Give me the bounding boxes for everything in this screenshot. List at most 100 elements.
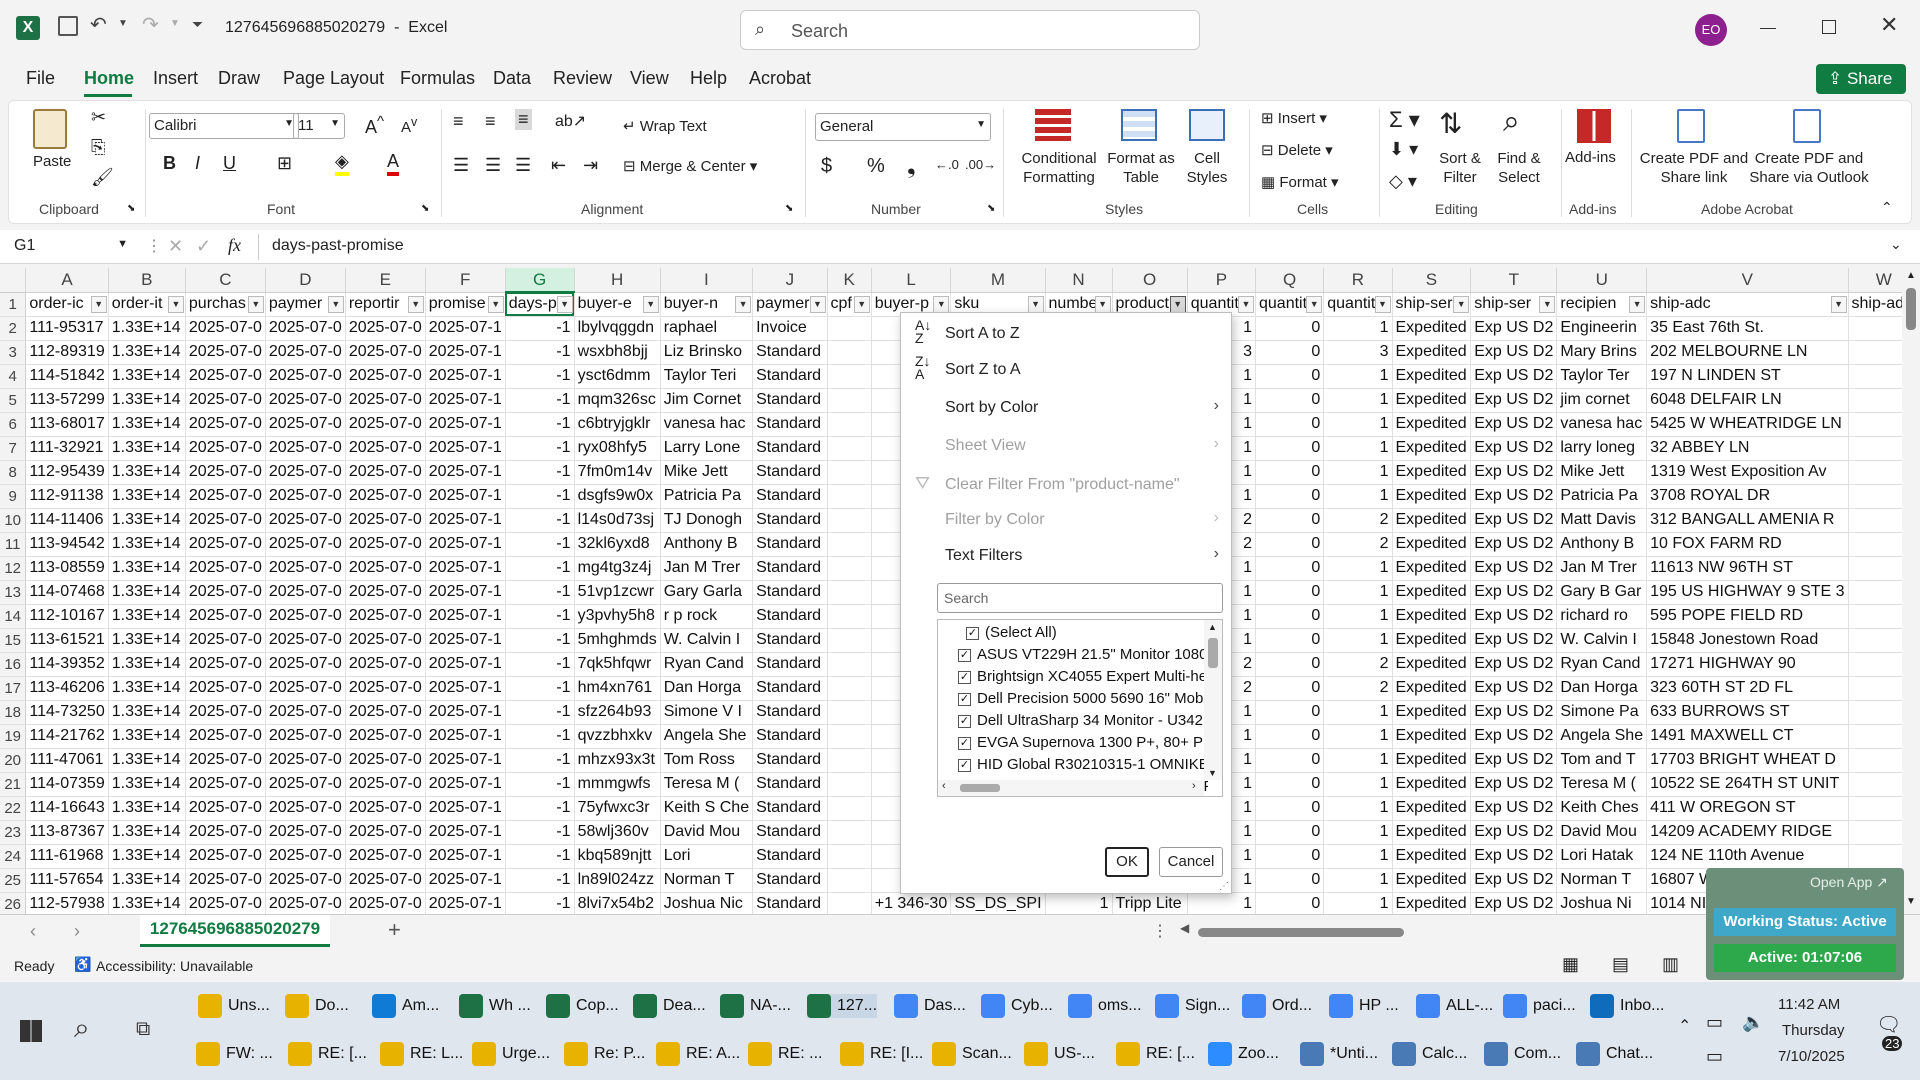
close-icon[interactable]: ✕	[1880, 12, 1898, 38]
taskbar-app-button[interactable]: Zoo...	[1208, 1042, 1279, 1066]
cell[interactable]: Standard	[752, 796, 828, 821]
cell[interactable]: 2	[1323, 532, 1393, 557]
cell[interactable]: Expedited	[1392, 868, 1472, 893]
cell[interactable]: Norman T	[1556, 868, 1648, 893]
cell[interactable]: 32 ABBEY LN	[1646, 436, 1849, 461]
column-header-v[interactable]: V	[1646, 268, 1849, 293]
cell[interactable]: vanesa hac	[1556, 412, 1648, 437]
cell[interactable]: kbq589njtt	[574, 844, 661, 869]
table-header-cell[interactable]: buyer-e ▼	[574, 292, 661, 317]
row-header[interactable]: 19	[0, 724, 27, 749]
cell[interactable]: 114-21762	[25, 724, 109, 749]
cell[interactable]: 2025-07-0	[345, 748, 426, 773]
row-header[interactable]: 10	[0, 508, 27, 533]
cell[interactable]: Jan M Trer	[1556, 556, 1648, 581]
column-header-i[interactable]: I	[660, 268, 754, 293]
cell[interactable]: 2025-07-0	[185, 604, 266, 629]
align-top-icon[interactable]: ≡	[453, 111, 464, 132]
filter-dropdown-button[interactable]: ▼	[853, 295, 870, 313]
cell[interactable]: dsgfs9w0x	[574, 484, 661, 509]
normal-view-icon[interactable]: ▦	[1562, 954, 1579, 975]
tab-draw[interactable]: Draw	[218, 68, 260, 89]
cell[interactable]	[827, 532, 872, 557]
sheet-tab[interactable]: 127645696885020279	[140, 915, 330, 947]
row-header[interactable]: 21	[0, 772, 27, 797]
cell[interactable]: Standard	[752, 604, 828, 629]
cell[interactable]: 1.33E+14	[108, 508, 186, 533]
cell[interactable]: 2025-07-1	[425, 388, 506, 413]
cell[interactable]: Tripp Lite	[1112, 892, 1188, 914]
cell[interactable]: Expedited	[1392, 436, 1472, 461]
cell[interactable]: Ryan Cand	[660, 652, 754, 677]
table-header-cell[interactable]: paymer ▼	[265, 292, 346, 317]
cell[interactable]: 2025-07-0	[185, 388, 266, 413]
cell[interactable]: Expedited	[1392, 844, 1472, 869]
page-layout-view-icon[interactable]: ▤	[1612, 954, 1629, 975]
cell[interactable]: Ryan Cand	[1556, 652, 1648, 677]
decrease-indent-icon[interactable]: ⇤	[551, 155, 566, 176]
cell[interactable]: 1	[1323, 556, 1393, 581]
cell[interactable]: 113-87367	[25, 820, 109, 845]
taskbar-app-button[interactable]: *Unti...	[1300, 1042, 1378, 1066]
cell[interactable]: Exp US D2	[1470, 724, 1558, 749]
cell[interactable]: 0	[1255, 316, 1325, 341]
cell[interactable]: 2025-07-0	[345, 532, 426, 557]
cell[interactable]: 2025-07-0	[185, 700, 266, 725]
cell[interactable]: Mike Jett	[1556, 460, 1648, 485]
cell[interactable]: Exp US D2	[1470, 796, 1558, 821]
cell[interactable]: 2025-07-0	[265, 724, 346, 749]
underline-icon[interactable]: U	[223, 153, 236, 174]
cell[interactable]: 113-46206	[25, 676, 109, 701]
open-app-button[interactable]: Open App ↗	[1810, 874, 1888, 891]
cell[interactable]: Standard	[752, 412, 828, 437]
cell[interactable]: jim cornet	[1556, 388, 1648, 413]
cell[interactable]: 1.33E+14	[108, 820, 186, 845]
cell[interactable]: Expedited	[1392, 316, 1472, 341]
cell[interactable]: Expedited	[1392, 676, 1472, 701]
cell[interactable]	[827, 796, 872, 821]
cell[interactable]: 114-51842	[25, 364, 109, 389]
fill-color-icon[interactable]: ◈	[335, 151, 349, 176]
cell[interactable]: 2025-07-1	[425, 892, 506, 914]
filter-value-item[interactable]: ✓ Dell UltraSharp 34 Monitor - U342	[958, 712, 1208, 729]
cell[interactable]: raphael	[660, 316, 754, 341]
cell[interactable]: 1.33E+14	[108, 484, 186, 509]
filter-dropdown-button[interactable]: ▼	[487, 295, 504, 313]
cut-icon[interactable]: ✂	[91, 107, 106, 128]
taskbar-app-button[interactable]: oms...	[1068, 994, 1142, 1018]
cell[interactable]: 2025-07-0	[345, 868, 426, 893]
cell[interactable]: Expedited	[1392, 628, 1472, 653]
cell[interactable]: 2025-07-0	[265, 580, 346, 605]
cell[interactable]: Expedited	[1392, 340, 1472, 365]
cell[interactable]: 1	[1323, 316, 1393, 341]
cell[interactable]: 2025-07-1	[425, 796, 506, 821]
column-header-t[interactable]: T	[1470, 268, 1558, 293]
cell[interactable]: Standard	[752, 556, 828, 581]
cell[interactable]: larry loneg	[1556, 436, 1648, 461]
font-size-select[interactable]: 11 ▼	[293, 113, 345, 139]
cell[interactable]: 6048 DELFAIR LN	[1646, 388, 1849, 413]
taskbar-app-button[interactable]: RE: [I...	[840, 1042, 923, 1066]
cell[interactable]	[827, 844, 872, 869]
cell[interactable]	[827, 628, 872, 653]
cell[interactable]: 113-57299	[25, 388, 109, 413]
filter-dropdown-button[interactable]: ▼	[1453, 295, 1470, 313]
cell[interactable]: Dan Horga	[660, 676, 754, 701]
cell[interactable]: 1.33E+14	[108, 628, 186, 653]
column-header-s[interactable]: S	[1392, 268, 1472, 293]
cell[interactable]: Standard	[752, 628, 828, 653]
filter-value-item[interactable]: ✓ (Select All)	[966, 624, 1216, 641]
cell[interactable]: Exp US D2	[1470, 532, 1558, 557]
cell[interactable]: lbylvqggdn	[574, 316, 661, 341]
taskbar-app-button[interactable]: ALL-...	[1416, 994, 1493, 1018]
row-header[interactable]: 20	[0, 748, 27, 773]
cell[interactable]: Standard	[752, 340, 828, 365]
table-header-cell[interactable]: promise ▼	[425, 292, 506, 317]
taskbar-app-button[interactable]: Do...	[285, 994, 349, 1018]
addins-button[interactable]: Add-ins	[1565, 149, 1616, 166]
cell[interactable]: -1	[505, 340, 575, 365]
cell[interactable]: Expedited	[1392, 532, 1472, 557]
cell[interactable]: 1.33E+14	[108, 724, 186, 749]
cell[interactable]: 1.33E+14	[108, 316, 186, 341]
filter-value-item[interactable]: ✓ EVGA Supernova 1300 P+, 80+ Pla	[958, 734, 1208, 751]
